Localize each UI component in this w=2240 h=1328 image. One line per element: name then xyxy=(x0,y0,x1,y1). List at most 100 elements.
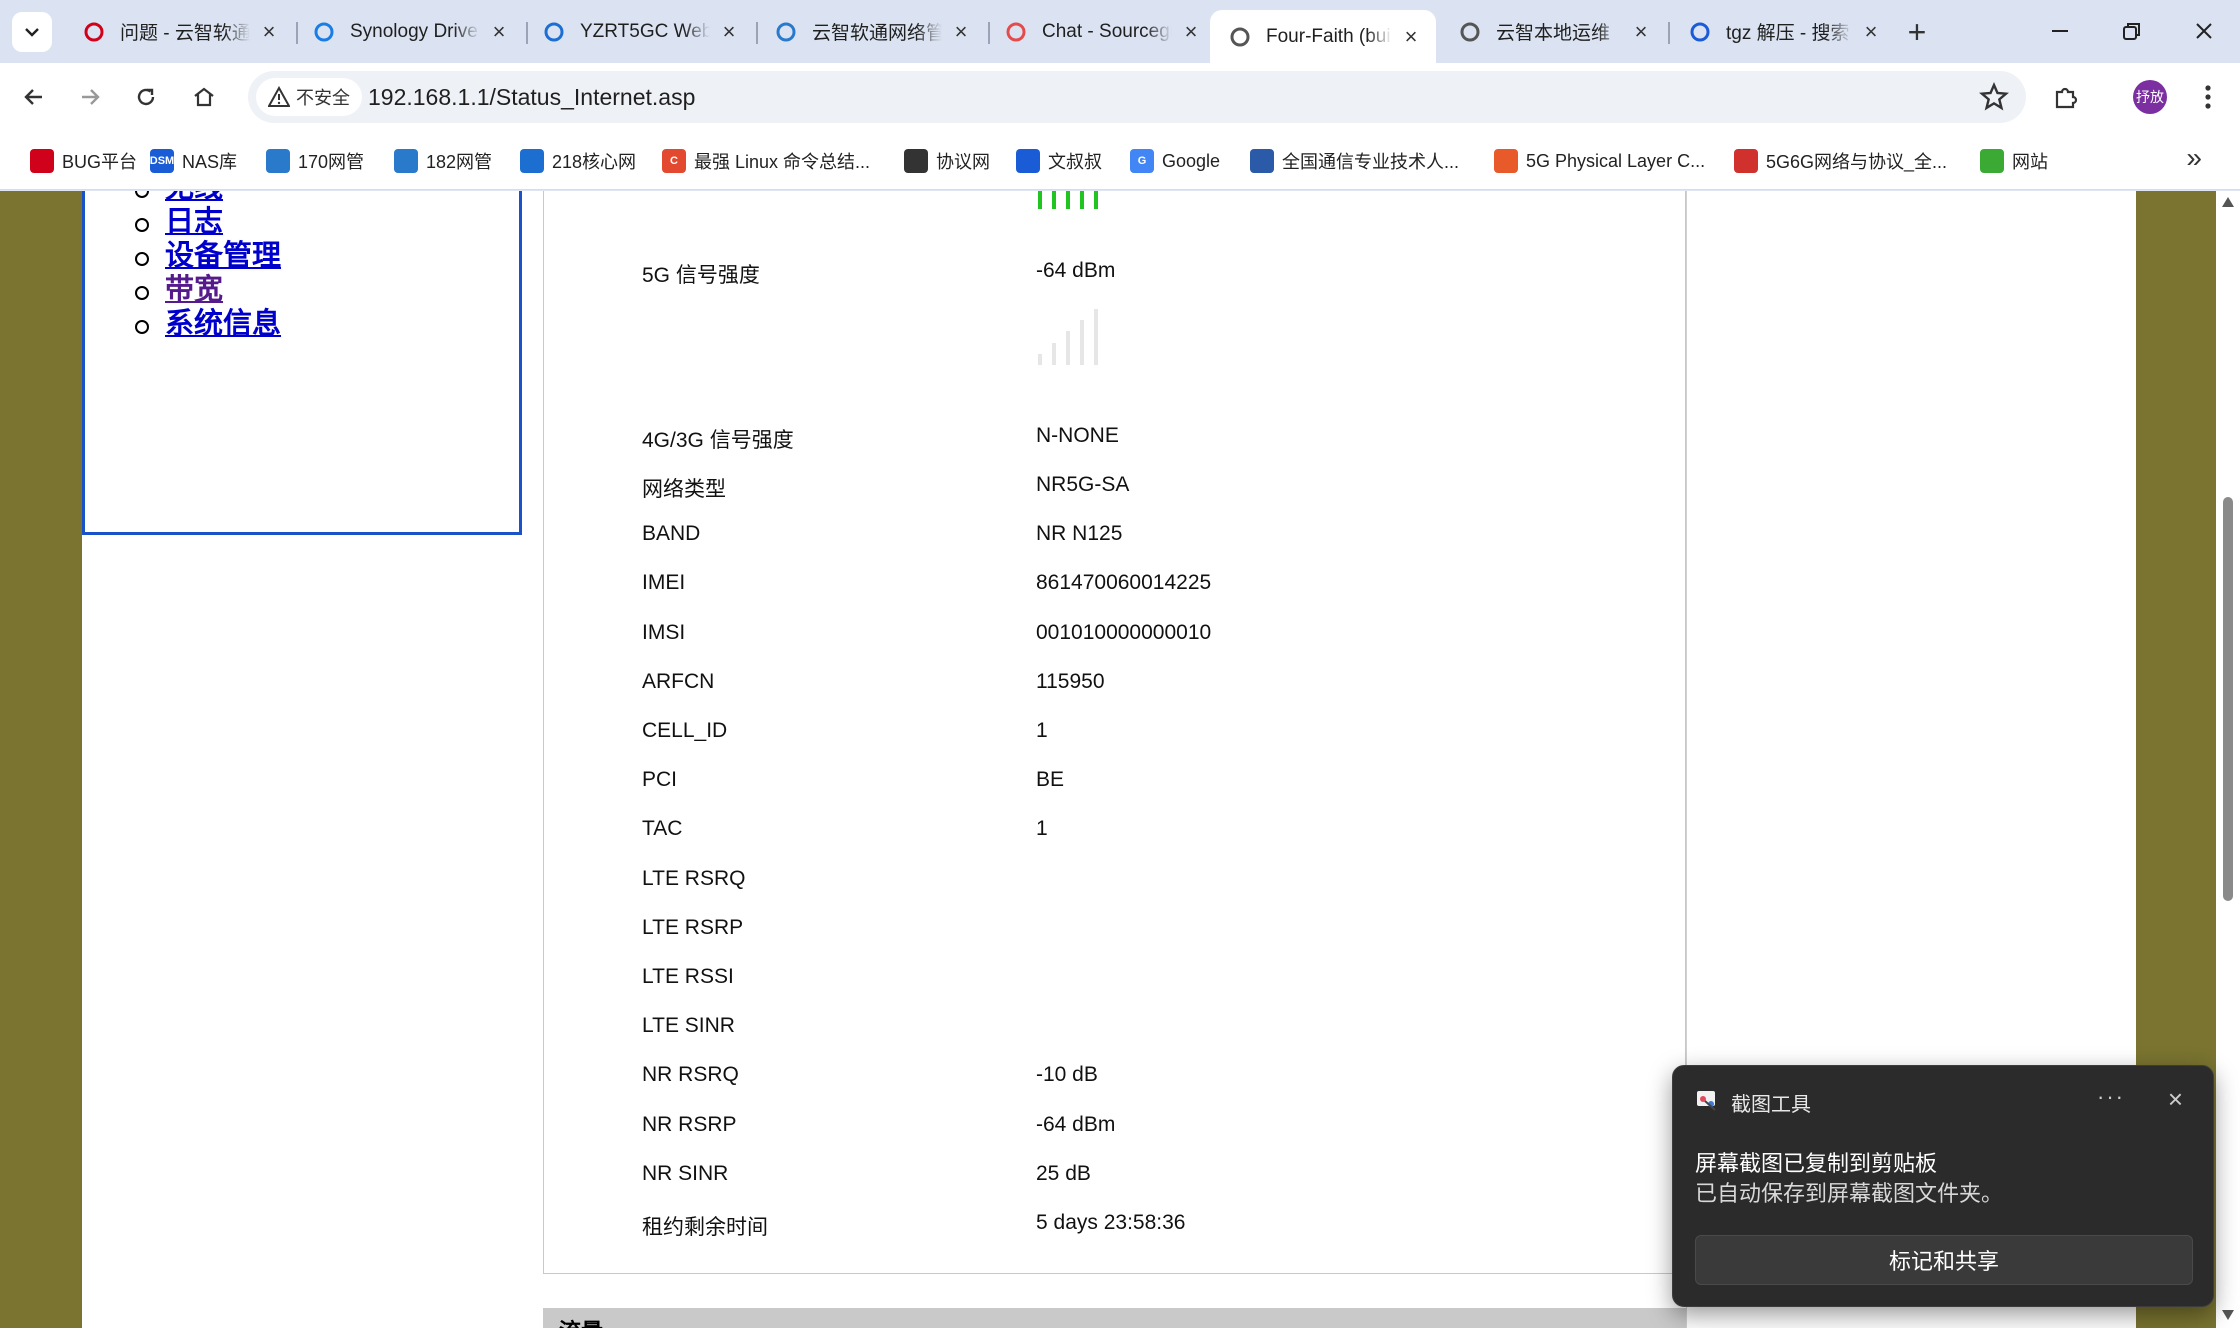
bookmark-item[interactable]: 协议网 xyxy=(904,146,990,176)
page-scrollbar[interactable] xyxy=(2216,191,2240,1328)
menu-link[interactable]: 带宽 xyxy=(165,274,223,306)
extensions-button[interactable] xyxy=(2046,77,2086,117)
close-tab-icon[interactable]: × xyxy=(1180,19,1202,44)
scrollbar-thumb[interactable] xyxy=(2223,497,2233,901)
internet-status-panel: 5G 信号强度 -64 dBm 4G/3G 信号强度 N-NONE 网络类型 NR… xyxy=(543,191,1686,1274)
tab-3[interactable]: YZRT5GC Web × xyxy=(524,10,754,53)
address-bar[interactable]: 不安全 192.168.1.1/Status_Internet.asp xyxy=(248,71,2026,123)
status-key: IMEI xyxy=(642,571,686,594)
tab-title: 云智本地运维 xyxy=(1496,23,1611,44)
signal-bars-nr-partial-icon xyxy=(1038,191,1098,209)
leaf-icon xyxy=(1980,149,2004,173)
menu-link[interactable]: 系统信息 xyxy=(165,308,281,340)
sun-icon xyxy=(1494,149,1518,173)
signal-bar xyxy=(1094,309,1098,365)
signal-bar xyxy=(1080,320,1084,365)
menu-link[interactable]: 日志 xyxy=(165,206,223,238)
home-icon xyxy=(194,87,214,107)
close-tab-icon[interactable]: × xyxy=(718,19,740,44)
forward-button[interactable] xyxy=(70,77,110,117)
bookmarks-overflow-chevron-icon[interactable]: » xyxy=(2186,142,2202,174)
markup-share-button[interactable]: 标记和共享 xyxy=(1695,1235,2193,1285)
signal-bars-lte-icon xyxy=(1038,309,1098,365)
security-chip[interactable]: 不安全 xyxy=(256,78,362,116)
status-value: 25 dB xyxy=(1036,1162,1091,1185)
new-tab-button[interactable]: + xyxy=(1900,16,1934,50)
puzzle-icon xyxy=(2055,87,2078,109)
scroll-down-arrow-icon[interactable] xyxy=(2222,1310,2234,1320)
status-value: NR5G-SA xyxy=(1036,473,1130,496)
status-value: -64 dBm xyxy=(1036,1113,1116,1136)
tab-search-button[interactable] xyxy=(12,12,52,52)
close-tab-icon[interactable]: × xyxy=(1860,19,1882,44)
c-icon: C xyxy=(662,149,686,173)
menu-link[interactable]: 无线 xyxy=(165,191,223,204)
bookmark-item[interactable]: 170网管 xyxy=(266,146,364,176)
tab-5[interactable]: Chat - Sourcegraph × xyxy=(986,10,1216,53)
side-menu: 无线日志设备管理带宽系统信息 xyxy=(82,191,522,535)
browser-menu-button[interactable] xyxy=(2188,77,2228,117)
side-menu-list: 无线日志设备管理带宽系统信息 xyxy=(135,191,281,341)
bookmark-item[interactable]: DSM NAS库 xyxy=(150,146,237,176)
menu-item-4: 带宽 xyxy=(135,273,281,307)
bookmark-item[interactable]: 文叔叔 xyxy=(1016,146,1102,176)
close-tab-icon[interactable]: × xyxy=(950,19,972,44)
tab-title: YZRT5GC Web xyxy=(580,20,710,42)
swirl-icon xyxy=(542,20,566,44)
tab-2[interactable]: Synology Drive Web × xyxy=(294,10,524,53)
bookmark-label: NAS库 xyxy=(182,152,238,172)
menu-link[interactable]: 设备管理 xyxy=(165,240,281,272)
restore-button[interactable] xyxy=(2112,14,2152,48)
close-window-button[interactable] xyxy=(2184,14,2224,48)
bookmark-item[interactable]: G Google xyxy=(1130,146,1220,176)
asterisk-icon xyxy=(1004,20,1028,44)
bookmark-item[interactable]: BUG平台 xyxy=(30,146,137,176)
status-key: TAC xyxy=(642,817,683,840)
bookmark-label: 218核心网 xyxy=(552,152,637,172)
close-tab-icon[interactable]: × xyxy=(488,19,510,44)
close-tab-icon[interactable]: × xyxy=(1630,19,1652,44)
close-tab-icon[interactable]: × xyxy=(1400,24,1422,49)
status-value: 115950 xyxy=(1036,670,1105,693)
tab-4[interactable]: 云智软通网络管理 × xyxy=(756,10,986,53)
bookmark-item[interactable]: 网站 xyxy=(1980,146,2048,176)
tab-1[interactable]: 问题 - 云智软通 × xyxy=(64,10,294,53)
status-key: LTE RSRP xyxy=(642,916,744,939)
signal-bar xyxy=(1052,343,1056,365)
signal-bar xyxy=(1052,191,1056,209)
bookmark-item[interactable]: C 最强 Linux 命令总结... xyxy=(662,146,870,176)
bookmark-item[interactable]: 5G6G网络与协议_全... xyxy=(1734,146,1947,176)
notification-more-icon[interactable]: ··· xyxy=(2097,1084,2125,1110)
notification-close-icon[interactable]: × xyxy=(2168,1084,2183,1115)
arrow-left-icon xyxy=(24,89,42,105)
menu-item-3: 设备管理 xyxy=(135,239,281,273)
bookmark-label: 170网管 xyxy=(298,152,365,172)
tab-8[interactable]: tgz 解压 - 搜索 × xyxy=(1670,10,1896,53)
status-value: -64 dBm xyxy=(1036,259,1116,282)
signal-bar xyxy=(1080,191,1084,209)
status-value: 861470060014225 xyxy=(1036,571,1212,594)
bookmark-item[interactable]: 182网管 xyxy=(394,146,492,176)
minimize-button[interactable] xyxy=(2040,14,2080,48)
bookmark-label: 5G6G网络与协议_全... xyxy=(1766,152,1948,172)
url-text[interactable]: 192.168.1.1/Status_Internet.asp xyxy=(368,84,695,111)
reload-button[interactable] xyxy=(126,77,166,117)
snipping-tool-notification[interactable]: 截图工具 ··· × 屏幕截图已复制到剪贴板 已自动保存到屏幕截图文件夹。 标记… xyxy=(1672,1065,2214,1307)
scroll-up-arrow-icon[interactable] xyxy=(2222,197,2234,207)
back-button[interactable] xyxy=(14,77,54,117)
bookmark-star-icon[interactable] xyxy=(1978,81,2010,113)
signal-bar xyxy=(1038,191,1042,209)
bird-icon xyxy=(904,149,928,173)
profile-button[interactable]: 抒放 xyxy=(2130,77,2170,117)
home-button[interactable] xyxy=(184,77,224,117)
bookmark-label: 网站 xyxy=(2012,152,2048,172)
close-tab-icon[interactable]: × xyxy=(258,19,280,44)
bookmark-item[interactable]: 全国通信专业技术人... xyxy=(1250,146,1459,176)
status-value: BE xyxy=(1036,768,1065,791)
bookmark-item[interactable]: 218核心网 xyxy=(520,146,636,176)
arrow-right-icon xyxy=(82,89,100,105)
tab-6[interactable]: Four-Faith (build) × xyxy=(1210,10,1436,63)
bookmark-item[interactable]: 5G Physical Layer C... xyxy=(1494,146,1705,176)
tab-7[interactable]: 云智本地运维 × xyxy=(1440,10,1666,53)
status-key: NR RSRQ xyxy=(642,1063,739,1086)
